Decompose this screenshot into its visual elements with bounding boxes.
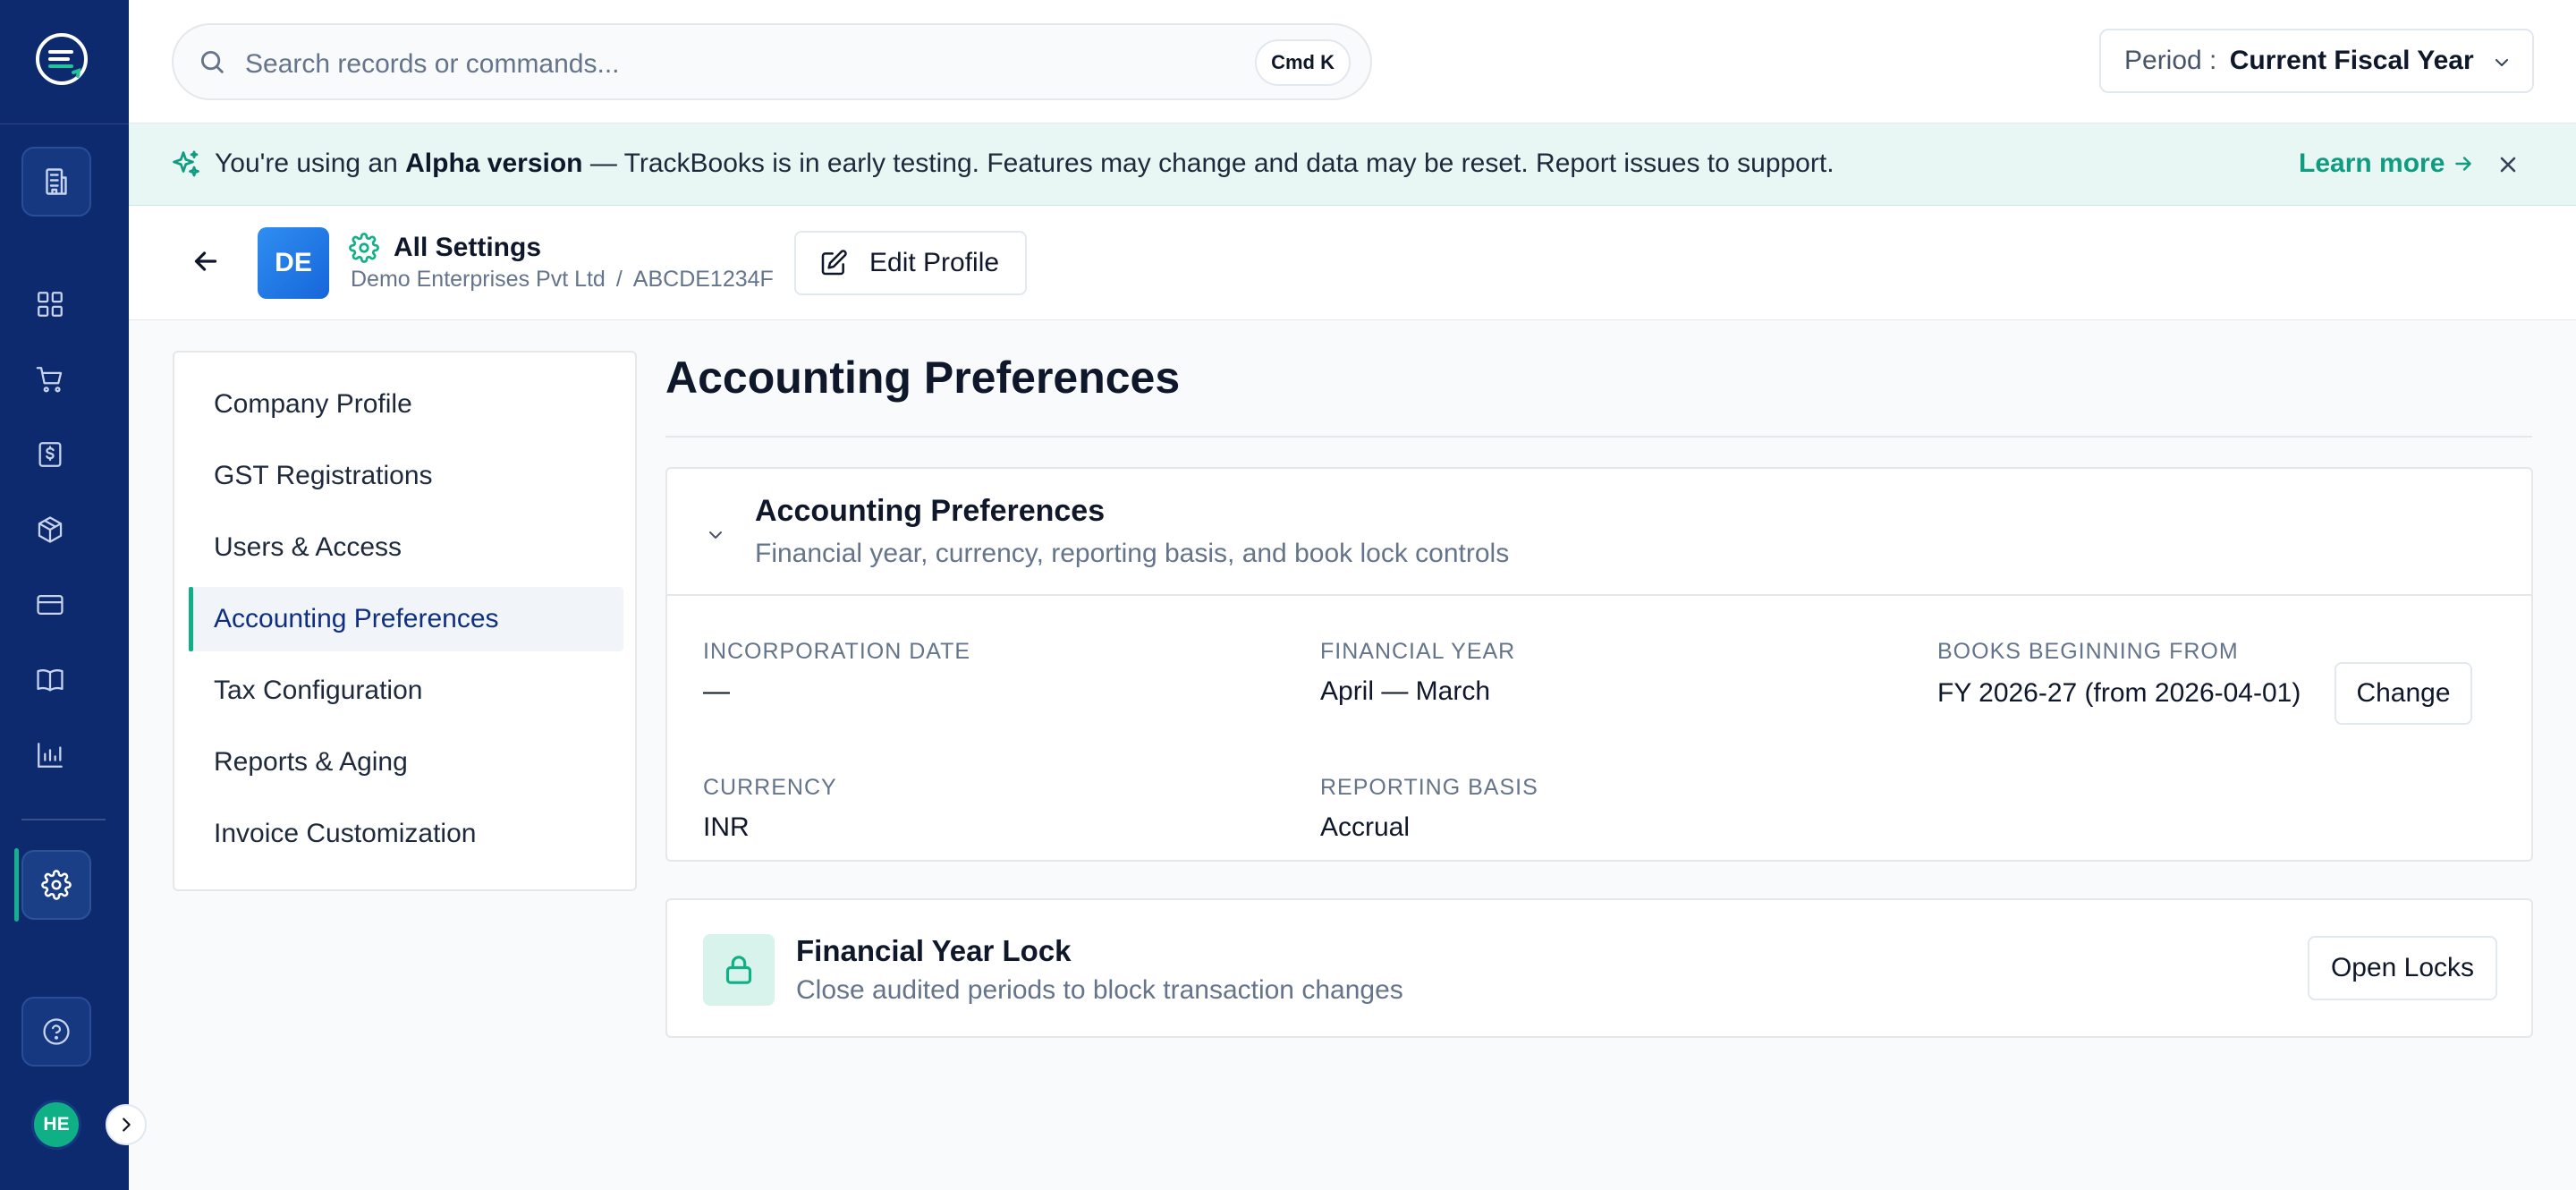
card-header[interactable]: Accounting Preferences Financial year, c… [667, 469, 2531, 596]
book-open-icon [35, 665, 65, 695]
settings-nav-item-invoice-customization[interactable]: Invoice Customization [189, 802, 623, 866]
currency-label: CURRENCY [703, 775, 837, 800]
reporting-basis-label: REPORTING BASIS [1320, 775, 1538, 800]
incorporation-date-value: — [703, 676, 730, 706]
settings-nav-item-users-access[interactable]: Users & Access [189, 515, 623, 580]
edit-icon [819, 249, 848, 277]
open-locks-button[interactable]: Open Locks [2308, 936, 2497, 1000]
learn-more-label: Learn more [2299, 149, 2445, 178]
gear-icon [349, 233, 379, 263]
settings-header: DE All Settings Demo Enterprises Pvt Ltd… [129, 206, 2576, 320]
company-id: ABCDE1234F [632, 267, 774, 292]
rail-reports-button[interactable] [30, 735, 70, 775]
close-icon [2496, 152, 2521, 177]
company-avatar: DE [258, 227, 329, 299]
banner-body: — TrackBooks is in early testing. Featur… [582, 149, 1835, 178]
bar-chart-icon [35, 740, 65, 770]
lock-card-subtitle: Close audited periods to block transacti… [796, 975, 1403, 1005]
search-placeholder[interactable]: Search records or commands... [245, 49, 620, 80]
breadcrumb-separator: / [615, 267, 623, 292]
financial-year-label: FINANCIAL YEAR [1320, 639, 1516, 664]
rail-inventory-button[interactable] [30, 510, 70, 549]
credit-card-icon [35, 590, 65, 620]
rail-sales-button[interactable] [30, 360, 70, 399]
rail-active-indicator [14, 848, 19, 922]
edit-profile-button[interactable]: Edit Profile [794, 231, 1027, 295]
currency-value: INR [703, 812, 750, 842]
banner-highlight: Alpha version [405, 149, 583, 178]
arrow-left-icon [190, 245, 222, 277]
company-name: Demo Enterprises Pvt Ltd [351, 267, 606, 292]
settings-nav-item-tax-configuration[interactable]: Tax Configuration [189, 659, 623, 723]
top-bar: Search records or commands... Cmd K Peri… [129, 0, 2576, 123]
chevron-down-icon[interactable] [705, 524, 726, 546]
app-logo-icon[interactable] [32, 30, 91, 89]
search-icon [197, 47, 227, 77]
period-label: Period : [2124, 46, 2217, 75]
cart-icon [35, 364, 65, 395]
card-title: Accounting Preferences [755, 494, 1106, 528]
dollar-receipt-icon [35, 439, 65, 470]
incorporation-date-label: INCORPORATION DATE [703, 639, 971, 664]
reporting-basis-value: Accrual [1320, 812, 1411, 842]
page-title: All Settings [394, 233, 542, 262]
rail-invoices-button[interactable] [30, 435, 70, 474]
learn-more-link[interactable]: Learn more [2299, 149, 2475, 179]
books-beginning-value: FY 2026-27 (from 2026-04-01) [1937, 678, 2301, 708]
card-subtitle: Financial year, currency, reporting basi… [755, 539, 1510, 568]
settings-nav-item-company-profile[interactable]: Company Profile [189, 372, 623, 437]
chevron-down-icon [2491, 52, 2512, 73]
user-avatar[interactable]: HE [31, 1100, 81, 1150]
banner-prefix: You're using an [215, 149, 406, 178]
expand-sidebar-button[interactable] [106, 1104, 147, 1145]
rail-ledger-button[interactable] [30, 660, 70, 700]
books-beginning-label: BOOKS BEGINNING FROM [1937, 639, 2239, 664]
grid-icon [35, 289, 65, 319]
section-divider [665, 436, 2532, 438]
lock-card-title: Financial Year Lock [796, 934, 1072, 967]
alpha-banner: You're using an Alpha version — TrackBoo… [129, 123, 2576, 206]
lock-icon [721, 952, 757, 988]
gear-icon [41, 870, 72, 900]
help-circle-icon [41, 1016, 72, 1047]
rail-dashboard-button[interactable] [30, 285, 70, 324]
search-input[interactable]: Search records or commands... Cmd K [172, 23, 1372, 100]
package-icon [35, 514, 65, 545]
financial-year-value: April — March [1320, 676, 1491, 706]
banner-message: You're using an Alpha version — TrackBoo… [215, 149, 1835, 179]
settings-nav: Company Profile GST Registrations Users … [173, 351, 637, 891]
rail-company-button[interactable] [21, 147, 91, 217]
lock-tile [703, 934, 775, 1006]
financial-year-lock-card: Financial Year Lock Close audited period… [665, 898, 2533, 1038]
period-select[interactable]: Period : Current Fiscal Year [2099, 29, 2534, 93]
breadcrumb: Demo Enterprises Pvt Ltd / ABCDE1234F [351, 267, 774, 293]
edit-profile-label: Edit Profile [869, 248, 1000, 277]
period-value: Current Fiscal Year [2229, 46, 2474, 75]
settings-nav-item-gst-registrations[interactable]: GST Registrations [189, 444, 623, 508]
change-books-beginning-button[interactable]: Change [2334, 662, 2472, 725]
sparkles-icon [170, 149, 202, 181]
rail-help-button[interactable] [21, 997, 91, 1067]
shortcut-badge: Cmd K [1255, 39, 1351, 86]
app-rail: HE [0, 0, 129, 1190]
chevron-right-icon [116, 1115, 136, 1135]
section-title: Accounting Preferences [665, 353, 1181, 403]
rail-divider [0, 123, 129, 124]
close-banner-button[interactable] [2496, 152, 2521, 177]
rail-banking-button[interactable] [30, 585, 70, 625]
settings-nav-item-accounting-preferences[interactable]: Accounting Preferences [189, 587, 623, 651]
back-button[interactable] [190, 245, 222, 277]
accounting-preferences-card: Accounting Preferences Financial year, c… [665, 467, 2533, 862]
rail-divider [21, 819, 106, 820]
settings-nav-item-reports-aging[interactable]: Reports & Aging [189, 730, 623, 795]
arrow-right-icon [2452, 152, 2475, 175]
building-icon [40, 166, 72, 198]
rail-settings-button[interactable] [21, 850, 91, 920]
